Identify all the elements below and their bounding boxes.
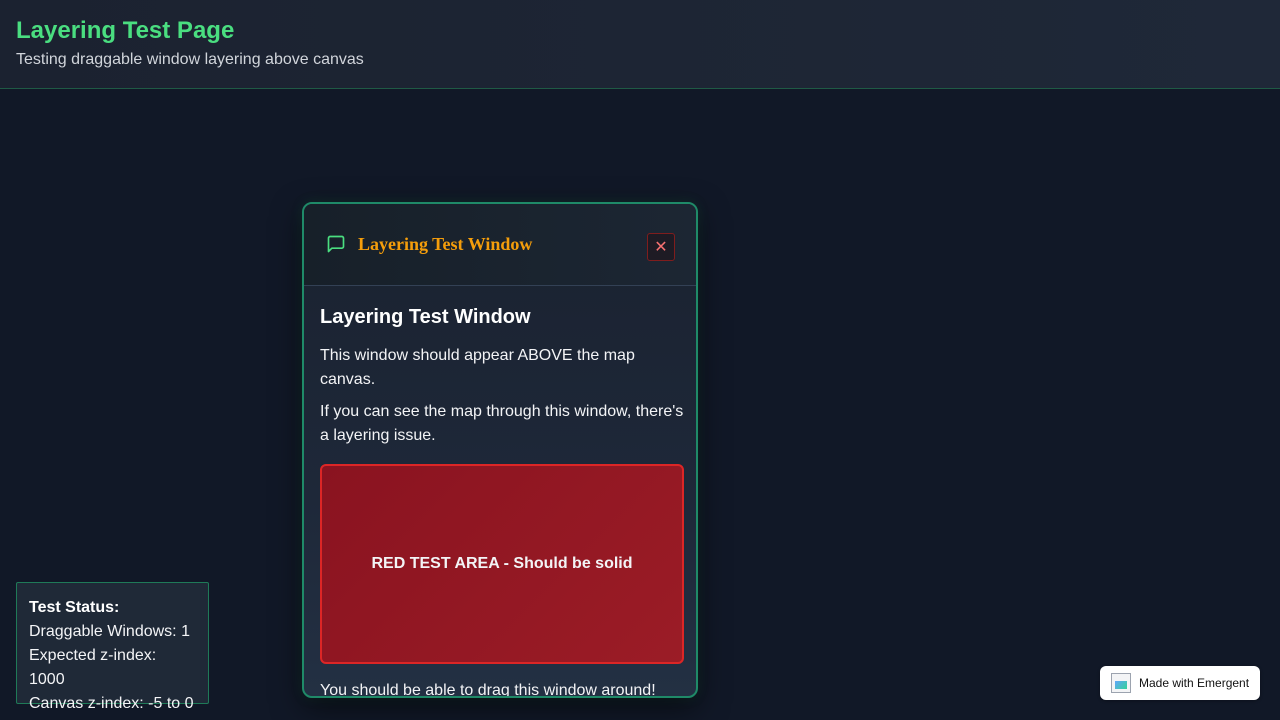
message-square-icon: [327, 235, 345, 253]
badge-label: Made with Emergent: [1139, 676, 1250, 690]
page-subtitle: Testing draggable window layering above …: [16, 51, 364, 68]
window-paragraph: This window should appear ABOVE the map …: [320, 347, 635, 388]
made-with-emergent-badge[interactable]: Made with Emergent: [1100, 666, 1260, 700]
window-body-heading: Layering Test Window: [320, 306, 531, 328]
drag-instruction-text: You should be able to drag this window a…: [320, 682, 656, 698]
status-line: Canvas z-index: -5 to 0: [29, 695, 194, 712]
window-header-drag-handle[interactable]: Layering Test Window ✕: [304, 204, 696, 286]
status-line: Expected z-index: 1000: [29, 647, 157, 688]
close-button[interactable]: ✕: [647, 233, 675, 261]
draggable-window[interactable]: Layering Test Window ✕ Layering Test Win…: [302, 202, 698, 698]
status-title: Test Status:: [29, 599, 120, 616]
window-paragraph: If you can see the map through this wind…: [320, 403, 684, 444]
red-test-area-label: RED TEST AREA - Should be solid: [371, 555, 633, 572]
window-title: Layering Test Window: [358, 234, 533, 254]
emergent-logo-icon: [1111, 673, 1131, 693]
page-header: Layering Test Page Testing draggable win…: [0, 0, 1280, 89]
close-icon: ✕: [654, 239, 668, 256]
red-test-area: RED TEST AREA - Should be solid: [320, 464, 684, 664]
window-body: Layering Test Window This window should …: [320, 304, 684, 698]
page-title: Layering Test Page: [16, 17, 235, 44]
status-line: Draggable Windows: 1: [29, 623, 190, 640]
test-status-panel: Test Status: Draggable Windows: 1 Expect…: [16, 582, 209, 712]
